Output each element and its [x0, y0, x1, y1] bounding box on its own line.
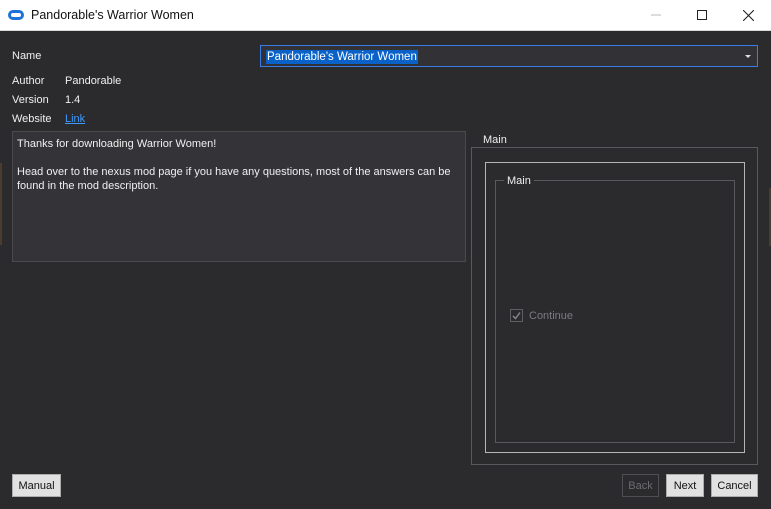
name-combobox[interactable]: Pandorable's Warrior Women	[260, 45, 758, 67]
step-group-outer-label: Main	[480, 134, 510, 146]
description-line-2: Head over to the nexus mod page if you h…	[17, 166, 451, 192]
close-button[interactable]	[725, 0, 771, 30]
author-label: Author	[12, 75, 45, 87]
window-title: Pandorable's Warrior Women	[31, 8, 194, 22]
close-icon	[742, 9, 754, 21]
website-link[interactable]: Link	[65, 113, 85, 125]
continue-label: Continue	[529, 310, 574, 322]
website-label: Website	[12, 113, 52, 125]
continue-checkbox[interactable]	[510, 309, 523, 322]
name-combobox-value: Pandorable's Warrior Women	[266, 50, 418, 64]
title-bar: Pandorable's Warrior Women	[0, 0, 771, 31]
minimize-button[interactable]	[633, 0, 679, 30]
version-value: 1.4	[65, 94, 81, 106]
back-button[interactable]: Back	[622, 474, 659, 497]
author-value: Pandorable	[65, 75, 122, 87]
cancel-button[interactable]: Cancel	[711, 474, 758, 497]
minimize-icon	[651, 14, 661, 16]
maximize-button[interactable]	[679, 0, 725, 30]
edge-artifact	[0, 163, 2, 245]
step-group-inner-label: Main	[504, 175, 534, 187]
next-button[interactable]: Next	[666, 474, 704, 497]
chevron-down-icon[interactable]	[745, 55, 751, 58]
mod-organizer-icon	[8, 10, 24, 20]
checkmark-icon	[512, 312, 521, 320]
manual-button[interactable]: Manual	[12, 474, 61, 497]
maximize-icon	[697, 10, 707, 20]
description-box[interactable]: Thanks for downloading Warrior Women! He…	[12, 131, 466, 262]
version-label: Version	[12, 94, 49, 106]
name-label: Name	[12, 50, 42, 62]
description-line-1: Thanks for downloading Warrior Women!	[17, 138, 217, 150]
